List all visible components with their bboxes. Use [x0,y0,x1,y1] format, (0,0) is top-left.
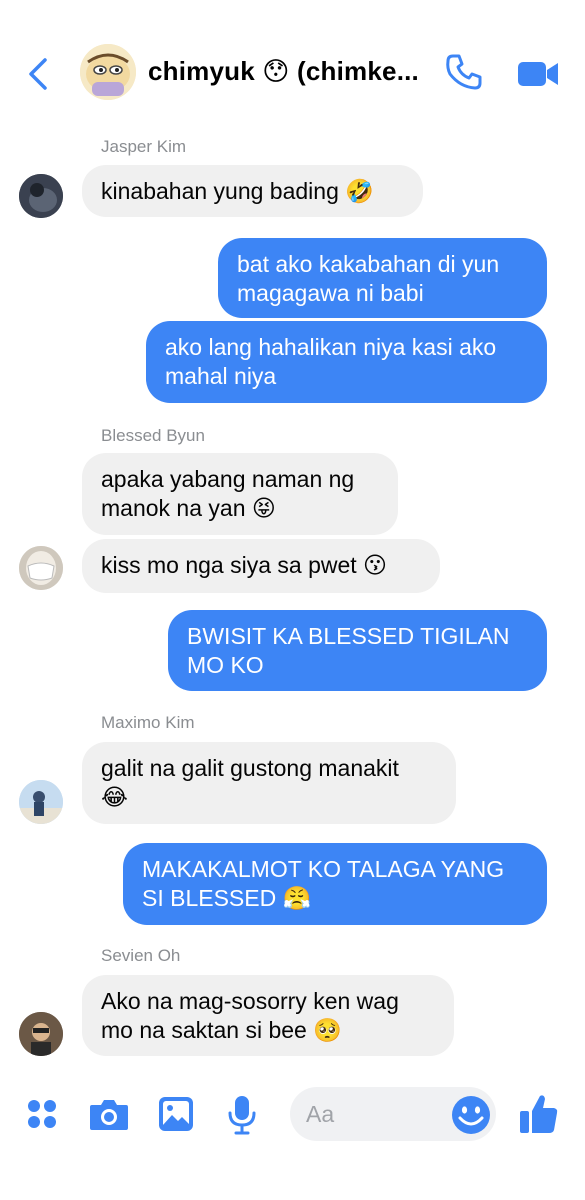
message-text: ako lang hahalikan niya kasi ako [165,334,497,360]
message-text: bat ako kakabahan di yun [237,251,500,277]
message-input-placeholder: Aa [306,1101,335,1127]
message-bubble[interactable]: Ako na mag-sosorry ken wag mo na saktan … [82,975,454,1056]
message-bubble[interactable]: galit na galit gustong manakit 😂 [82,742,456,824]
conversation-title[interactable]: chimyuk 😯 (chimke... [148,56,438,87]
profile-photo-icon [19,780,63,824]
sender-avatar[interactable] [19,174,63,218]
video-call-button[interactable] [516,56,560,92]
composer-bar [0,1075,585,1200]
chat-header: chimyuk 😯 (chimke... [0,0,585,125]
chevron-left-icon [29,58,47,90]
sender-name: Jasper Kim [101,137,187,156]
image-icon [159,1097,193,1131]
sender-avatar[interactable] [19,546,63,590]
more-actions-button[interactable] [24,1096,60,1132]
gallery-button[interactable] [157,1095,195,1133]
profile-photo-icon [19,546,63,590]
like-button[interactable] [518,1092,560,1136]
sender-name: Blessed Byun [101,426,205,445]
sender-name: Maximo Kim [101,713,195,732]
message-text: galit na galit gustong manakit [101,755,399,781]
message-text: mahal niya [165,363,277,389]
sender-avatar[interactable] [19,1012,63,1056]
message-bubble[interactable]: bat ako kakabahan di yun magagawa ni bab… [218,238,547,318]
sender-name: Sevien Oh [101,946,181,965]
grid-menu-icon [28,1100,56,1128]
message-text: Ako na mag-sosorry ken wag [101,988,399,1014]
camera-icon [90,1100,128,1130]
video-camera-icon [518,62,558,86]
message-bubble[interactable]: BWISIT KA BLESSED TIGILAN MO KO [168,610,547,691]
back-button[interactable] [22,52,54,96]
message-text: MAKAKALMOT KO TALAGA YANG [142,856,505,882]
cartoon-face-icon [80,44,136,100]
message-bubble[interactable]: kinabahan yung bading 🤣 [82,165,423,217]
message-bubble[interactable]: ako lang hahalikan niya kasi ako mahal n… [146,321,547,403]
microphone-icon [228,1096,256,1135]
message-text: SI BLESSED 😤 [142,885,312,911]
voice-message-button[interactable] [226,1094,258,1136]
phone-icon [446,54,482,90]
profile-photo-icon [19,174,63,218]
profile-photo-icon [19,1012,63,1056]
camera-button[interactable] [88,1096,130,1132]
message-text: manok na yan 😝 [101,495,276,521]
contact-avatar[interactable] [80,44,136,100]
sender-avatar[interactable] [19,780,63,824]
message-text: BWISIT KA BLESSED TIGILAN [187,623,510,649]
message-bubble[interactable]: MAKAKALMOT KO TALAGA YANG SI BLESSED 😤 [123,843,547,925]
message-text: kiss mo nga siya sa pwet 😗 [101,552,388,578]
emoji-icon [452,1096,490,1134]
message-text: magagawa ni babi [237,280,424,306]
thumbs-up-icon [520,1095,558,1133]
call-button[interactable] [444,52,484,92]
message-text: mo na saktan si bee 🥺 [101,1017,342,1043]
message-text: MO KO [187,652,264,678]
message-bubble[interactable]: apaka yabang naman ng manok na yan 😝 [82,453,398,535]
message-text: kinabahan yung bading 🤣 [101,178,374,204]
message-bubble[interactable]: kiss mo nga siya sa pwet 😗 [82,539,440,593]
message-text: 😂 [101,784,128,810]
message-text: apaka yabang naman ng [101,466,355,492]
emoji-button[interactable] [450,1094,492,1136]
